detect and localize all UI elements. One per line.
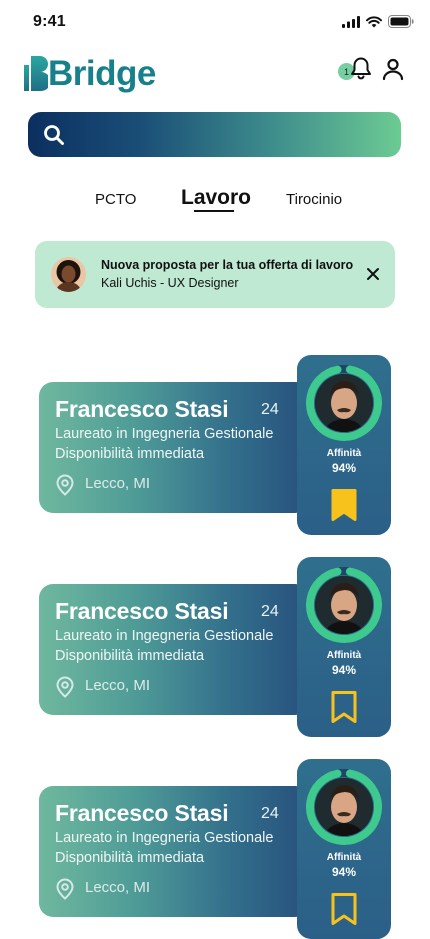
user-icon[interactable] <box>381 57 405 81</box>
logo-text: Bridge <box>48 54 156 93</box>
candidate-name: Francesco Stasi <box>55 800 229 826</box>
status-icons <box>342 15 414 28</box>
candidate-availability: Disponibilità immediata <box>55 648 205 664</box>
status-time: 9:41 <box>33 13 66 30</box>
candidate-availability: Disponibilità immediata <box>55 850 205 866</box>
notifications-button[interactable]: 1 <box>338 56 374 88</box>
notification-banner[interactable]: Nuova proposta per la tua offerta di lav… <box>35 241 395 308</box>
bookmark-icon[interactable] <box>330 892 358 926</box>
candidate-age: 24 <box>261 805 279 822</box>
candidate-degree: Laureato in Ingegneria Gestionale <box>55 426 274 442</box>
tab-tirocinio[interactable]: Tirocinio <box>286 191 342 208</box>
affinity-panel: Affinità 94% <box>297 355 391 535</box>
candidate-location: Lecco, MI <box>85 879 151 896</box>
candidate-age: 24 <box>261 603 279 620</box>
affinity-value: 94% <box>331 461 357 475</box>
affinity-label: Affinità <box>326 448 362 459</box>
candidate-degree: Laureato in Ingegneria Gestionale <box>55 628 274 644</box>
bookmark-icon[interactable] <box>330 690 358 724</box>
app-logo: Bridge <box>24 54 156 91</box>
affinity-value: 94% <box>331 663 357 677</box>
location-pin-icon <box>56 676 74 698</box>
tab-lavoro[interactable]: Lavoro <box>181 186 251 210</box>
candidate-photo <box>315 778 373 836</box>
banner-subtitle: Kali Uchis - UX Designer <box>101 276 239 290</box>
tab-pcto[interactable]: PCTO <box>95 191 136 208</box>
candidate-photo <box>315 374 373 432</box>
close-icon[interactable] <box>366 267 380 281</box>
candidate-name: Francesco Stasi <box>55 396 229 422</box>
candidate-card[interactable]: Francesco Stasi 24 Laureato in Ingegneri… <box>0 759 430 939</box>
candidate-age: 24 <box>261 401 279 418</box>
affinity-panel: Affinità 94% <box>297 759 391 939</box>
wifi-icon <box>366 15 382 27</box>
affinity-label: Affinità <box>326 650 362 661</box>
candidate-location: Lecco, MI <box>85 677 151 694</box>
candidate-degree: Laureato in Ingegneria Gestionale <box>55 830 274 846</box>
active-tab-indicator <box>194 210 234 212</box>
search-icon <box>44 124 64 145</box>
candidate-location: Lecco, MI <box>85 475 151 492</box>
avatar-image <box>51 257 86 292</box>
candidate-name: Francesco Stasi <box>55 598 229 624</box>
bookmark-icon[interactable] <box>330 488 358 522</box>
affinity-value: 94% <box>331 865 357 879</box>
candidate-card[interactable]: Francesco Stasi 24 Laureato in Ingegneri… <box>0 557 430 737</box>
candidate-info[interactable]: Francesco Stasi 24 Laureato in Ingegneri… <box>39 584 309 715</box>
location-pin-icon <box>56 474 74 496</box>
avatar <box>51 257 86 292</box>
candidate-card[interactable]: Francesco Stasi 24 Laureato in Ingegneri… <box>0 355 430 535</box>
search-input[interactable] <box>75 111 401 158</box>
affinity-panel: Affinità 94% <box>297 557 391 737</box>
candidate-photo <box>315 576 373 634</box>
banner-title: Nuova proposta per la tua offerta di lav… <box>101 258 354 272</box>
location-pin-icon <box>56 878 74 900</box>
bell-icon <box>351 57 371 80</box>
bridge-logo-mark <box>24 56 48 91</box>
affinity-label: Affinità <box>326 852 362 863</box>
signal-icon <box>342 15 360 28</box>
battery-icon <box>388 15 414 28</box>
candidate-info[interactable]: Francesco Stasi 24 Laureato in Ingegneri… <box>39 786 309 917</box>
search-bar[interactable] <box>28 111 401 158</box>
candidate-info[interactable]: Francesco Stasi 24 Laureato in Ingegneri… <box>39 382 309 513</box>
candidate-availability: Disponibilità immediata <box>55 446 205 462</box>
